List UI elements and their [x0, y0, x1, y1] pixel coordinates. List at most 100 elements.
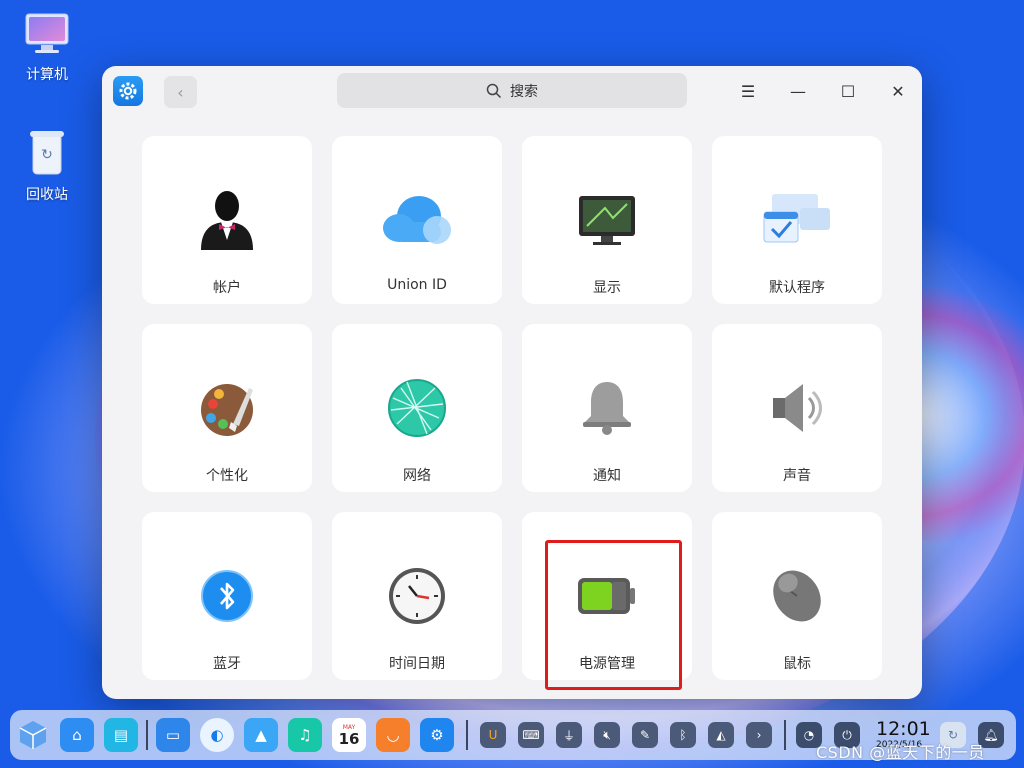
tile-display[interactable]: 显示 — [522, 136, 692, 304]
tray-keyboard[interactable]: ⌨ — [518, 722, 544, 748]
tile-network[interactable]: 网络 — [332, 324, 502, 492]
control-center-button[interactable]: ⚙ — [420, 718, 454, 752]
bluetooth-icon — [189, 558, 265, 634]
calendar-day: 16 — [338, 729, 360, 748]
maximize-button[interactable]: ☐ — [836, 79, 860, 103]
close-button[interactable]: ✕ — [886, 79, 910, 103]
mouse-icon — [759, 558, 835, 634]
tray-input-method[interactable]: U — [480, 722, 506, 748]
watermark: CSDN @蓝天下的一员 — [816, 743, 985, 762]
desktop-button[interactable]: ⌂ — [60, 718, 94, 752]
control-center-window: ‹ 搜索 ☰ — ☐ ✕ 帐户 Union ID 显示 默认程序 个性化 网络 … — [102, 66, 922, 699]
tile-bluetooth[interactable]: 蓝牙 — [142, 512, 312, 680]
bluetooth-icon: ᛒ — [679, 728, 687, 742]
input-method-icon: U — [488, 728, 498, 742]
browser-icon: ◐ — [210, 726, 224, 744]
desktop-icon-label: 回收站 — [26, 187, 68, 203]
tile-default-apps[interactable]: 默认程序 — [712, 136, 882, 304]
menu-button[interactable]: ☰ — [736, 79, 760, 103]
app-store-button[interactable]: ◡ — [376, 718, 410, 752]
browser-button[interactable]: ◐ — [200, 718, 234, 752]
dock-separator — [784, 720, 786, 750]
bell-icon — [569, 370, 645, 446]
clock-time[interactable]: 12:01 — [876, 718, 931, 740]
minimize-button[interactable]: — — [786, 79, 810, 103]
desktop-icon-trash[interactable]: ↻ 回收站 — [12, 128, 82, 204]
usb-icon: ⏚ — [562, 728, 575, 743]
tile-account[interactable]: 帐户 — [142, 136, 312, 304]
gear-icon: ⚙ — [430, 726, 444, 744]
trash-icon: ↻ — [30, 131, 64, 175]
tray-usb[interactable]: ⏚ — [556, 722, 582, 748]
desktop-icon-computer[interactable]: 计算机 — [12, 12, 82, 84]
speaker-icon — [759, 370, 835, 446]
tile-sound[interactable]: 声音 — [712, 324, 882, 492]
search-placeholder: 搜索 — [510, 83, 538, 100]
clock-icon — [379, 558, 455, 634]
maximize-icon: ☐ — [840, 81, 856, 101]
network-tray-icon: ◭ — [716, 728, 726, 742]
music-icon: ♫ — [298, 726, 312, 744]
tile-label: 默认程序 — [769, 280, 825, 296]
display-icon — [569, 182, 645, 258]
dock-separator — [466, 720, 468, 750]
image-icon: ▲ — [255, 726, 267, 744]
network-icon — [379, 370, 455, 446]
tile-label: 声音 — [783, 468, 811, 484]
tile-label: 网络 — [403, 468, 431, 484]
desktop-icon-label: 计算机 — [26, 67, 68, 83]
tray-bluetooth[interactable]: ᛒ — [670, 722, 696, 748]
tile-label: 蓝牙 — [213, 656, 241, 672]
tray-volume[interactable]: 🔇︎ — [594, 722, 620, 748]
multitask-button[interactable]: ▤ — [104, 718, 138, 752]
tile-label: 显示 — [593, 280, 621, 296]
image-viewer-button[interactable]: ▲ — [244, 718, 278, 752]
highlight-box — [545, 540, 682, 690]
calendar-button[interactable]: MAY 16 — [332, 718, 366, 752]
keyboard-icon: ⌨ — [522, 728, 540, 742]
tile-label: 鼠标 — [783, 656, 811, 672]
music-button[interactable]: ♫ — [288, 718, 322, 752]
palette-icon — [189, 370, 265, 446]
launcher-button[interactable] — [16, 718, 50, 752]
tile-datetime[interactable]: 时间日期 — [332, 512, 502, 680]
cloud-icon — [379, 182, 455, 258]
bell-icon: 🔔︎ — [983, 728, 999, 742]
account-icon — [189, 182, 265, 258]
chevron-left-icon: ‹ — [177, 82, 184, 102]
svg-text:↻: ↻ — [41, 147, 53, 163]
tile-label: Union ID — [387, 277, 447, 293]
tray-screenshot[interactable]: ✎ — [632, 722, 658, 748]
tray-expand[interactable]: › — [746, 722, 772, 748]
titlebar: ‹ 搜索 ☰ — ☐ ✕ — [102, 66, 922, 116]
tile-notifications[interactable]: 通知 — [522, 324, 692, 492]
launcher-icon — [19, 721, 47, 749]
close-icon: ✕ — [891, 81, 905, 101]
dock-separator — [146, 720, 148, 750]
multitask-icon: ▤ — [113, 726, 129, 744]
store-bag-icon: ◡ — [386, 726, 400, 744]
tray-network[interactable]: ◭ — [708, 722, 734, 748]
tile-label: 通知 — [593, 468, 621, 484]
tile-label: 帐户 — [213, 280, 241, 296]
default-apps-icon — [759, 182, 835, 258]
computer-icon — [25, 13, 69, 53]
tile-label: 个性化 — [206, 468, 248, 484]
home-icon: ⌂ — [72, 726, 82, 744]
chevron-right-icon: › — [756, 728, 762, 742]
search-icon — [486, 83, 502, 98]
search-input[interactable]: 搜索 — [337, 73, 687, 108]
tile-mouse[interactable]: 鼠标 — [712, 512, 882, 680]
pen-icon: ✎ — [639, 728, 651, 742]
settings-app-icon — [113, 76, 143, 106]
file-manager-button[interactable]: ▭ — [156, 718, 190, 752]
folder-icon: ▭ — [165, 726, 181, 744]
monitor-icon: ◔ — [803, 728, 815, 742]
minimize-icon: — — [790, 81, 806, 101]
volume-muted-icon: 🔇︎ — [603, 727, 611, 742]
menu-icon: ☰ — [740, 81, 756, 101]
tile-union-id[interactable]: Union ID — [332, 136, 502, 304]
back-button[interactable]: ‹ — [164, 76, 197, 108]
tile-label: 时间日期 — [389, 656, 445, 672]
tile-personalization[interactable]: 个性化 — [142, 324, 312, 492]
